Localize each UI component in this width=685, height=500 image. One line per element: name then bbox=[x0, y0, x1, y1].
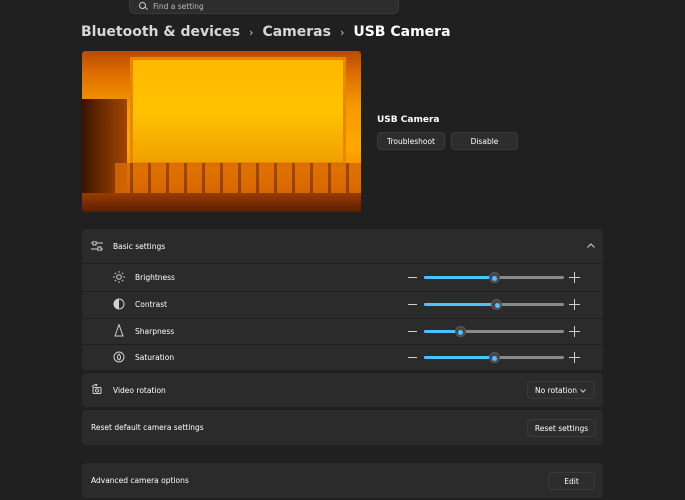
preview-bottom-shape bbox=[82, 193, 361, 212]
saturation-slider-fill bbox=[424, 356, 494, 359]
search-icon bbox=[139, 2, 148, 11]
rotate-camera-icon bbox=[91, 384, 102, 394]
sharpness-row: Sharpness bbox=[82, 318, 603, 344]
page-title: USB Camera bbox=[353, 24, 451, 40]
edit-button[interactable]: Edit bbox=[548, 472, 595, 490]
brightness-row: Brightness bbox=[82, 264, 603, 290]
breadcrumb-cameras[interactable]: Cameras bbox=[262, 24, 331, 40]
saturation-slider-thumb[interactable] bbox=[488, 352, 500, 363]
camera-preview bbox=[82, 51, 361, 212]
contrast-label: Contrast bbox=[135, 300, 168, 309]
disable-button[interactable]: Disable bbox=[451, 132, 518, 150]
sharpness-label: Sharpness bbox=[135, 327, 175, 336]
sliders-icon bbox=[91, 241, 103, 251]
reset-settings-button[interactable]: Reset settings bbox=[527, 419, 596, 437]
saturation-slider[interactable] bbox=[424, 352, 564, 363]
contrast-row: Contrast bbox=[82, 291, 603, 317]
increase-contrast-icon[interactable] bbox=[569, 299, 580, 310]
search-box[interactable] bbox=[129, 0, 399, 14]
saturation-label: Saturation bbox=[135, 353, 175, 362]
chevron-up-icon[interactable] bbox=[587, 243, 595, 248]
reset-settings-card: Reset default camera settings Reset sett… bbox=[82, 410, 603, 445]
decrease-contrast-icon[interactable] bbox=[408, 304, 417, 305]
saturation-icon bbox=[113, 351, 125, 363]
sharpness-slider[interactable] bbox=[424, 326, 564, 337]
brightness-slider-fill bbox=[424, 276, 494, 279]
breadcrumb: Bluetooth & devices › Cameras › USB Came… bbox=[81, 24, 451, 40]
contrast-slider-fill bbox=[424, 303, 497, 306]
contrast-icon bbox=[113, 298, 125, 310]
basic-settings-title: Basic settings bbox=[113, 242, 166, 251]
preview-rail-shape bbox=[112, 163, 361, 193]
video-rotation-label: Video rotation bbox=[113, 386, 166, 395]
search-input[interactable] bbox=[153, 2, 373, 11]
increase-brightness-icon[interactable] bbox=[569, 272, 580, 283]
advanced-options-card: Advanced camera options Edit bbox=[82, 463, 603, 498]
contrast-slider-thumb[interactable] bbox=[491, 299, 503, 310]
brightness-slider[interactable] bbox=[424, 272, 564, 283]
breadcrumb-bluetooth-devices[interactable]: Bluetooth & devices bbox=[81, 24, 240, 40]
video-rotation-value: No rotation bbox=[535, 385, 577, 395]
increase-sharpness-icon[interactable] bbox=[569, 326, 580, 337]
advanced-options-label: Advanced camera options bbox=[91, 476, 189, 485]
basic-settings-header[interactable]: Basic settings bbox=[82, 229, 603, 263]
troubleshoot-button[interactable]: Troubleshoot bbox=[377, 132, 445, 150]
chevron-down-icon bbox=[580, 389, 586, 393]
sharpness-icon bbox=[114, 324, 124, 337]
decrease-saturation-icon[interactable] bbox=[408, 357, 417, 358]
sharpness-slider-thumb[interactable] bbox=[454, 326, 466, 337]
chevron-right-icon: › bbox=[249, 25, 254, 39]
decrease-sharpness-icon[interactable] bbox=[408, 331, 417, 332]
video-rotation-dropdown[interactable]: No rotation bbox=[527, 381, 595, 399]
decrease-brightness-icon[interactable] bbox=[408, 277, 417, 278]
saturation-row: Saturation bbox=[82, 344, 603, 370]
preview-panel-shape bbox=[130, 57, 346, 165]
chevron-right-icon: › bbox=[339, 25, 345, 39]
video-rotation-card: Video rotation No rotation bbox=[82, 373, 603, 407]
brightness-label: Brightness bbox=[135, 273, 175, 282]
contrast-slider[interactable] bbox=[424, 299, 564, 310]
reset-settings-label: Reset default camera settings bbox=[91, 423, 204, 432]
basic-settings-card: Basic settings Brightness Contrast Sharp… bbox=[82, 229, 603, 370]
brightness-slider-thumb[interactable] bbox=[488, 272, 500, 283]
increase-saturation-icon[interactable] bbox=[569, 352, 580, 363]
camera-name: USB Camera bbox=[377, 115, 440, 125]
sun-icon bbox=[113, 271, 125, 283]
